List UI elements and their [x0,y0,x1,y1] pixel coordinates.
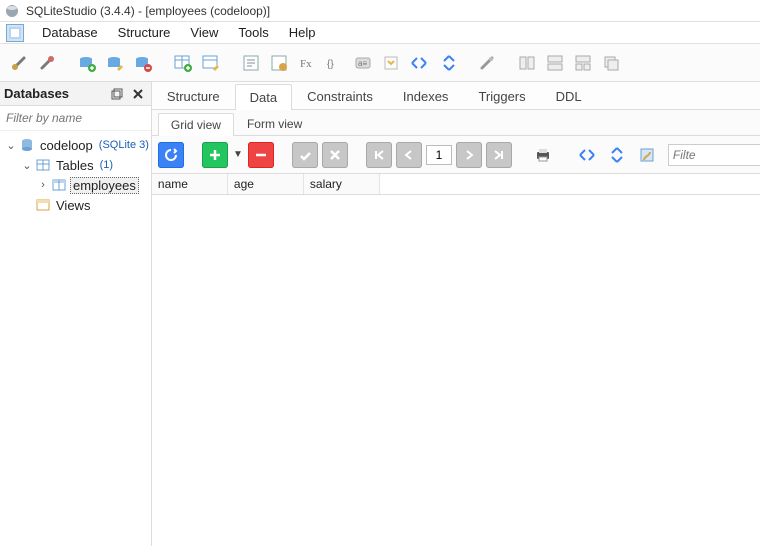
function-editor-icon[interactable]: Fx [294,50,320,76]
main-toolbar: Fx {} a≡ [0,44,760,82]
tree-tables-label: Tables [54,158,96,173]
remove-database-icon[interactable] [130,50,156,76]
tree-db-tag: (SQLite 3) [99,139,149,151]
window-title: SQLiteStudio (3.4.4) - [employees (codel… [26,4,270,18]
import-arrows-icon[interactable] [434,50,460,76]
svg-text:a≡: a≡ [358,59,367,68]
chevron-right-icon[interactable]: › [36,179,50,191]
tree-table-item[interactable]: › employees [2,175,149,195]
extension-icon[interactable]: a≡ [350,50,376,76]
tab-ddl[interactable]: DDL [541,83,597,109]
data-toolbar: ▼ [152,136,760,174]
tables-folder-icon [34,157,52,173]
edit-database-icon[interactable] [102,50,128,76]
print-button[interactable] [530,142,556,168]
data-subtabbar: Grid view Form view [152,110,760,136]
cascade-icon[interactable] [570,50,596,76]
tree-tables-count: (1) [100,159,113,171]
tile-horizontal-icon[interactable] [514,50,540,76]
database-tree[interactable]: ⌄ codeloop (SQLite 3) ⌄ Tables (1) › emp… [0,131,151,546]
database-icon [18,137,36,153]
table-tabbar: Structure Data Constraints Indexes Trigg… [152,82,760,110]
disconnect-icon[interactable] [34,50,60,76]
first-page-button[interactable] [366,142,392,168]
tree-db-node[interactable]: ⌄ codeloop (SQLite 3) [2,135,149,155]
export-arrows-icon[interactable] [406,50,432,76]
app-icon [4,3,20,19]
menu-structure[interactable]: Structure [108,23,181,42]
chevron-down-icon[interactable]: ⌄ [20,159,34,172]
column-header[interactable]: salary [304,174,380,194]
close-panel-icon[interactable] [129,85,147,103]
tree-views-node[interactable]: Views [2,195,149,215]
tree-table-label: employees [70,177,139,194]
blank-arrow [20,199,34,211]
new-table-icon[interactable] [170,50,196,76]
tab-triggers[interactable]: Triggers [463,83,540,109]
svg-text:Fx: Fx [300,58,312,70]
add-row-dropdown[interactable]: ▼ [232,149,244,160]
import-icon[interactable] [378,50,404,76]
next-page-button[interactable] [456,142,482,168]
column-header[interactable]: name [152,174,228,194]
commit-button[interactable] [292,142,318,168]
subtab-form-view[interactable]: Form view [234,112,315,135]
connect-icon[interactable] [6,50,32,76]
tree-db-label: codeloop [38,138,95,153]
tab-structure[interactable]: Structure [152,83,235,109]
databases-panel-header: Databases [0,82,151,106]
subtab-grid-view[interactable]: Grid view [158,113,234,136]
restore-panel-icon[interactable] [108,85,126,103]
menu-tools[interactable]: Tools [228,23,278,42]
grid-header-row: name age salary [152,174,760,195]
data-grid[interactable]: name age salary [152,174,760,546]
refresh-button[interactable] [158,142,184,168]
svg-text:{}: {} [327,59,334,70]
import-data-icon[interactable] [604,142,630,168]
tree-tables-node[interactable]: ⌄ Tables (1) [2,155,149,175]
app-menu-icon[interactable] [6,24,24,42]
data-filter-input[interactable] [668,144,760,166]
populate-icon[interactable] [634,142,660,168]
menu-database[interactable]: Database [32,23,108,42]
content-panel: Structure Data Constraints Indexes Trigg… [152,82,760,546]
delete-row-button[interactable] [248,142,274,168]
add-database-icon[interactable] [74,50,100,76]
prev-page-button[interactable] [396,142,422,168]
chevron-down-icon[interactable]: ⌄ [4,139,18,152]
window-list-icon[interactable] [598,50,624,76]
page-number-input[interactable] [426,145,452,165]
column-header[interactable]: age [228,174,304,194]
open-sql-editor-icon[interactable] [238,50,264,76]
views-folder-icon [34,197,52,213]
titlebar: SQLiteStudio (3.4.4) - [employees (codel… [0,0,760,22]
add-row-button[interactable] [202,142,228,168]
menu-help[interactable]: Help [279,23,326,42]
menubar: Database Structure View Tools Help [0,22,760,44]
databases-panel-title: Databases [4,86,69,101]
menu-view[interactable]: View [180,23,228,42]
database-filter-input[interactable] [0,106,151,130]
rollback-button[interactable] [322,142,348,168]
tile-vertical-icon[interactable] [542,50,568,76]
tab-constraints[interactable]: Constraints [292,83,388,109]
settings-icon[interactable] [474,50,500,76]
export-data-icon[interactable] [574,142,600,168]
edit-table-icon[interactable] [198,50,224,76]
table-icon [50,177,68,193]
tree-views-label: Views [54,198,92,213]
tab-data[interactable]: Data [235,84,292,110]
collation-editor-icon[interactable]: {} [322,50,348,76]
tab-indexes[interactable]: Indexes [388,83,464,109]
sql-history-icon[interactable] [266,50,292,76]
database-filter [0,106,151,131]
last-page-button[interactable] [486,142,512,168]
databases-panel: Databases ⌄ codeloop (SQLite 3) ⌄ Tables… [0,82,152,546]
